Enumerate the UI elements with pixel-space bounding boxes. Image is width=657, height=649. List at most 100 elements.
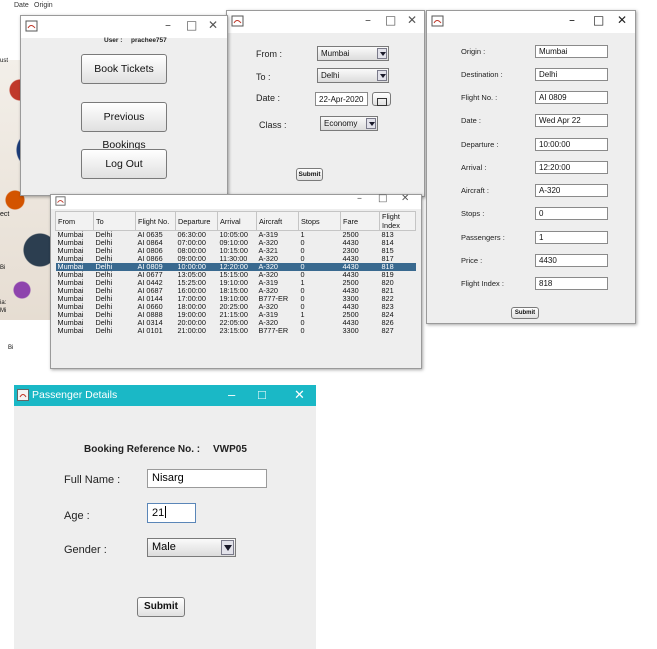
detail-field[interactable]: Mumbai xyxy=(535,45,608,58)
table-body: Mumbai Delhi AI 0635 06:30:00 10:05:00 A-319 1… xyxy=(55,231,416,336)
maximize-icon[interactable]: □ xyxy=(258,387,266,402)
table-cell: 0 xyxy=(300,286,305,295)
table-cell: 0 xyxy=(300,270,305,279)
detail-field[interactable]: 10:00:00 xyxy=(535,138,608,151)
age-label: Age : xyxy=(64,510,90,522)
from-value: Mumbai xyxy=(321,49,350,58)
detail-label: Origin : xyxy=(461,47,486,56)
java-icon xyxy=(55,196,66,206)
table-cell: 0 xyxy=(300,246,305,255)
date-field[interactable]: 22-Apr-2020 xyxy=(315,92,368,106)
detail-field[interactable]: A-320 xyxy=(535,184,608,197)
titlebar[interactable]: – □ ✕ xyxy=(51,193,421,209)
bg-top-label-1: Origin xyxy=(34,2,53,9)
close-icon[interactable]: ✕ xyxy=(208,18,218,32)
from-label: From : xyxy=(256,49,282,59)
column-header[interactable]: From xyxy=(55,211,94,231)
search-submit-button[interactable]: Submit xyxy=(296,168,323,181)
full-name-field[interactable]: Nisarg xyxy=(147,469,267,488)
close-icon[interactable]: ✕ xyxy=(407,13,417,27)
detail-value: 1 xyxy=(539,233,544,242)
maximize-icon[interactable]: □ xyxy=(186,18,197,32)
detail-field[interactable]: Wed Apr 22 xyxy=(535,114,608,127)
close-icon[interactable]: ✕ xyxy=(294,387,305,403)
close-icon[interactable]: ✕ xyxy=(617,13,627,27)
class-value: Economy xyxy=(324,119,358,128)
close-icon[interactable]: ✕ xyxy=(401,193,409,204)
minimize-icon[interactable]: – xyxy=(365,13,371,27)
detail-field[interactable]: 1 xyxy=(535,231,608,244)
minimize-icon[interactable]: – xyxy=(569,13,575,27)
age-value: 21 xyxy=(152,507,165,519)
booking-ref-label: Booking Reference No. : xyxy=(84,444,201,455)
details-submit-button[interactable]: Submit xyxy=(511,307,539,319)
column-header[interactable]: To xyxy=(93,211,136,231)
bg-snippet-3: ia: xyxy=(0,300,7,306)
passenger-submit-button[interactable]: Submit xyxy=(137,597,185,617)
text-cursor xyxy=(165,506,167,518)
java-icon xyxy=(231,15,244,27)
java-icon xyxy=(431,15,444,27)
user-label: User : xyxy=(104,37,123,44)
book-tickets-button[interactable]: Book Tickets xyxy=(81,54,167,84)
table-cell: AI 0101 xyxy=(137,326,163,335)
booking-ref-value: VWP05 xyxy=(213,444,247,455)
detail-field[interactable]: Delhi xyxy=(535,68,608,81)
table-header: From To Flight No. Departure Arrival Aircraft… xyxy=(55,211,416,231)
age-field[interactable]: 21 xyxy=(147,503,196,523)
column-header[interactable]: Flight Index xyxy=(379,211,416,231)
previous-bookings-button[interactable]: Previous Bookings xyxy=(81,102,167,151)
titlebar[interactable]: – □ ✕ xyxy=(21,16,227,38)
column-header[interactable]: Aircraft xyxy=(256,211,299,231)
titlebar[interactable]: – □ ✕ xyxy=(427,11,635,33)
detail-field[interactable]: AI 0809 xyxy=(535,91,608,104)
column-header[interactable]: Departure xyxy=(175,211,218,231)
flight-results-window: – □ ✕ From To Flight No. Departure Arrival Ai… xyxy=(50,193,422,369)
titlebar[interactable]: – □ ✕ xyxy=(227,11,424,33)
calendar-button[interactable] xyxy=(372,92,391,106)
detail-field[interactable]: 818 xyxy=(535,277,608,290)
detail-field[interactable]: 4430 xyxy=(535,254,608,267)
column-header[interactable]: Stops xyxy=(298,211,341,231)
maximize-icon[interactable]: □ xyxy=(593,13,604,27)
bg-snippet-5: Bi xyxy=(8,345,14,351)
calendar-icon xyxy=(376,98,387,106)
minimize-icon[interactable]: – xyxy=(165,18,171,32)
column-header[interactable]: Fare xyxy=(340,211,380,231)
column-header[interactable]: Flight No. xyxy=(135,211,176,231)
table-row[interactable]: Mumbai Delhi AI 0101 21:00:00 23:15:00 B777-E… xyxy=(56,327,416,335)
table-cell: 0 xyxy=(300,318,305,327)
table-cell: B777-ER xyxy=(258,326,289,335)
detail-label: Aircraft : xyxy=(461,186,489,195)
detail-field[interactable]: 12:20:00 xyxy=(535,161,608,174)
detail-field[interactable]: 0 xyxy=(535,207,608,220)
detail-value: 10:00:00 xyxy=(539,140,571,149)
detail-label: Flight No. : xyxy=(461,93,498,102)
detail-label: Passengers : xyxy=(461,233,505,242)
table-cell: 0 xyxy=(300,254,305,263)
log-out-button[interactable]: Log Out xyxy=(81,149,167,179)
titlebar[interactable]: Passenger Details – □ ✕ xyxy=(14,385,316,406)
from-select[interactable]: Mumbai xyxy=(317,46,389,61)
to-value: Delhi xyxy=(321,71,340,80)
detail-value: A-320 xyxy=(539,186,561,195)
full-name-value: Nisarg xyxy=(152,472,184,484)
detail-value: Delhi xyxy=(539,70,558,79)
minimize-icon[interactable]: – xyxy=(357,193,362,204)
table-cell: 1 xyxy=(300,278,305,287)
passenger-details-window: Passenger Details – □ ✕ Booking Referenc… xyxy=(14,385,316,649)
detail-value: 818 xyxy=(539,279,553,288)
maximize-icon[interactable]: □ xyxy=(385,13,396,27)
dropdown-arrow-icon xyxy=(377,70,387,81)
detail-value: Wed Apr 22 xyxy=(539,116,581,125)
class-select[interactable]: Economy xyxy=(320,116,378,131)
gender-label: Gender : xyxy=(64,544,107,556)
gender-select[interactable]: Male xyxy=(147,538,236,557)
to-select[interactable]: Delhi xyxy=(317,68,389,83)
user-name: prachee757 xyxy=(131,37,167,44)
detail-value: AI 0809 xyxy=(539,93,567,102)
maximize-icon[interactable]: □ xyxy=(378,193,387,204)
minimize-icon[interactable]: – xyxy=(228,387,235,402)
column-header[interactable]: Arrival xyxy=(217,211,257,231)
bg-snippet-0: ust xyxy=(0,58,9,64)
